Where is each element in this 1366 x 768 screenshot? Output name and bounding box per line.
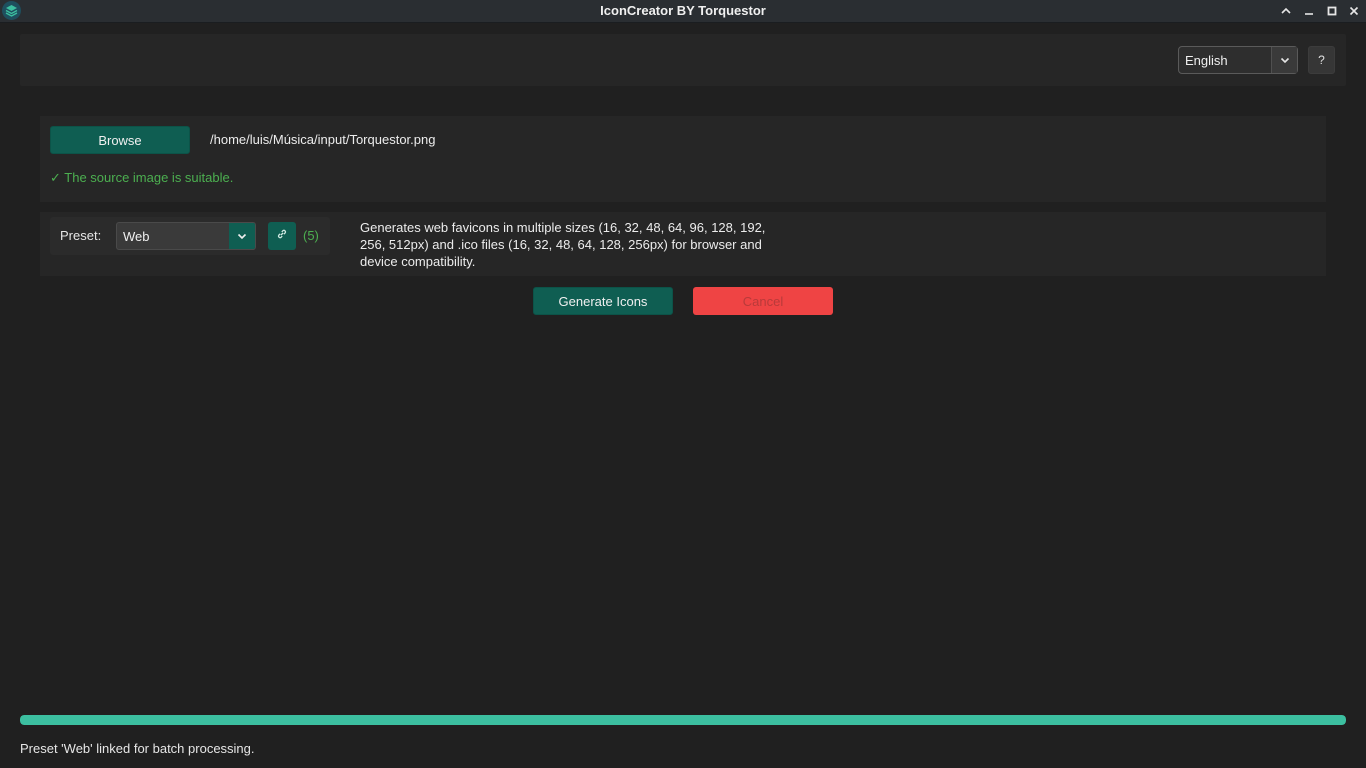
close-icon[interactable] <box>1345 2 1363 20</box>
source-panel: Browse /home/luis/Música/input/Torquesto… <box>40 116 1326 202</box>
preset-label: Preset: <box>60 228 102 243</box>
maximize-icon[interactable] <box>1323 2 1341 20</box>
generate-icons-button[interactable]: Generate Icons <box>533 287 673 315</box>
window-title: IconCreator BY Torquestor <box>600 3 766 18</box>
link-preset-button[interactable] <box>268 222 296 250</box>
preset-value: Web <box>123 228 150 244</box>
source-path: /home/luis/Música/input/Torquestor.png <box>210 132 436 147</box>
browse-button[interactable]: Browse <box>50 126 190 154</box>
link-icon <box>276 227 288 245</box>
source-status: ✓ The source image is suitable. <box>50 170 234 185</box>
preset-description: Generates web favicons in multiple sizes… <box>360 220 766 269</box>
language-select[interactable]: English <box>1178 46 1298 74</box>
top-toolbar: English ? <box>20 34 1346 86</box>
chevron-down-icon[interactable] <box>1271 47 1297 73</box>
help-button[interactable]: ? <box>1308 46 1335 74</box>
chevron-up-icon[interactable] <box>1277 2 1295 20</box>
chevron-down-icon[interactable] <box>229 223 255 249</box>
progress-bar <box>20 715 1346 725</box>
linked-count: (5) <box>303 228 319 243</box>
minimize-icon[interactable] <box>1300 2 1318 20</box>
status-message: Preset 'Web' linked for batch processing… <box>20 741 255 756</box>
preset-select[interactable]: Web <box>116 222 256 250</box>
title-bar: IconCreator BY Torquestor <box>0 0 1366 23</box>
cancel-button[interactable]: Cancel <box>693 287 833 315</box>
language-value: English <box>1185 52 1228 68</box>
preset-panel: Preset: Web (5) Generates web favicons i… <box>40 212 1326 276</box>
progress-fill <box>20 715 1346 725</box>
preset-controls: Preset: Web (5) <box>50 217 330 255</box>
